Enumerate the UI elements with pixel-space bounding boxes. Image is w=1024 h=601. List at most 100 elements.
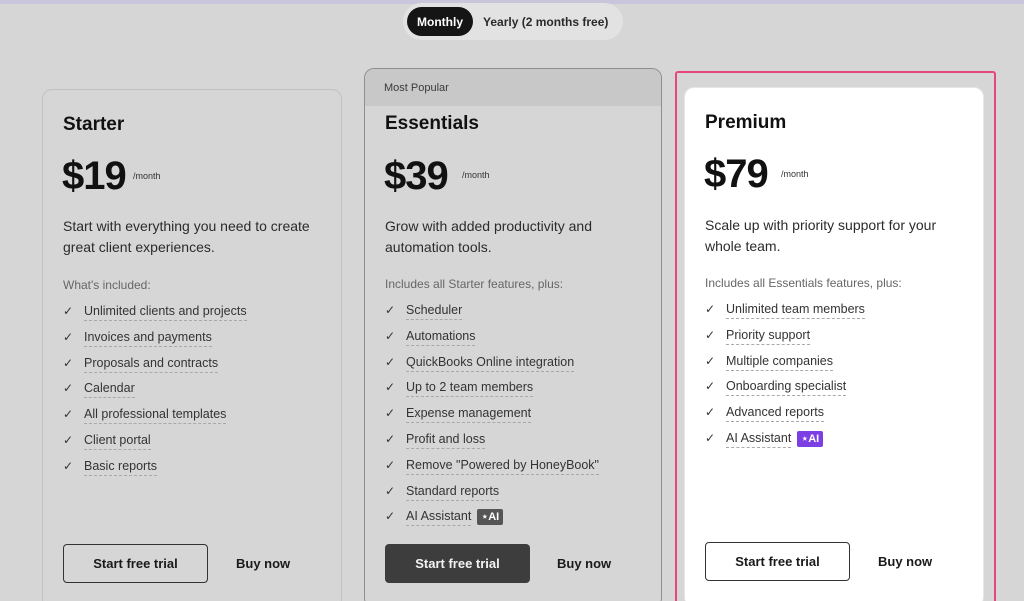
plan-card-starter: Starter $19 /month Start with everything… xyxy=(42,89,342,601)
billing-option-monthly[interactable]: Monthly xyxy=(407,7,473,36)
checkmark-icon: ✓ xyxy=(63,407,74,422)
ai-badge: ⋆AI xyxy=(797,430,824,447)
checkmark-icon: ✓ xyxy=(385,483,396,498)
feature-label[interactable]: Up to 2 team members xyxy=(406,380,534,398)
checkmark-icon: ✓ xyxy=(705,302,716,316)
feature-item: ✓ Onboarding specialist xyxy=(705,379,865,405)
billing-option-yearly[interactable]: Yearly (2 months free) xyxy=(473,7,618,36)
start-free-trial-button[interactable]: Start free trial xyxy=(63,544,208,583)
feature-label[interactable]: Invoices and payments xyxy=(84,330,212,347)
feature-item: ✓ Basic reports xyxy=(63,459,247,485)
feature-item: ✓ Scheduler xyxy=(385,303,599,329)
feature-label[interactable]: Expense management xyxy=(406,406,532,424)
feature-item: ✓ Standard reports xyxy=(385,484,599,510)
feature-item: ✓ All professional templates xyxy=(63,407,247,433)
feature-item: ✓ AI Assistant ⋆AI xyxy=(385,509,599,535)
plan-name: Essentials xyxy=(385,113,479,134)
feature-item: ✓ Proposals and contracts xyxy=(63,356,247,382)
checkmark-icon: ✓ xyxy=(385,328,396,343)
feature-label[interactable]: All professional templates xyxy=(84,407,227,425)
checkmark-icon: ✓ xyxy=(705,430,716,445)
feature-label[interactable]: QuickBooks Online integration xyxy=(406,355,575,372)
feature-label[interactable]: Advanced reports xyxy=(726,405,824,423)
includes-label: What's included: xyxy=(63,278,151,292)
feature-item: ✓ Automations xyxy=(385,329,599,355)
feature-label[interactable]: Unlimited team members xyxy=(726,302,865,319)
feature-label[interactable]: Standard reports xyxy=(406,484,500,501)
feature-item: ✓ AI Assistant ⋆AI xyxy=(705,430,865,457)
checkmark-icon: ✓ xyxy=(63,458,74,473)
feature-label[interactable]: Basic reports xyxy=(84,459,157,476)
checkmark-icon: ✓ xyxy=(63,329,74,344)
checkmark-icon: ✓ xyxy=(63,381,74,396)
checkmark-icon: ✓ xyxy=(63,355,74,370)
plan-name: Starter xyxy=(63,114,125,135)
start-free-trial-button[interactable]: Start free trial xyxy=(385,544,530,583)
feature-label[interactable]: AI Assistant xyxy=(406,509,472,527)
feature-item: ✓ Up to 2 team members xyxy=(385,380,599,406)
feature-item: ✓ Priority support xyxy=(705,328,865,354)
plan-card-essentials: Most Popular Essentials $39 /month Grow … xyxy=(364,68,662,601)
buy-now-link[interactable]: Buy now xyxy=(878,554,932,569)
feature-item: ✓ Profit and loss xyxy=(385,432,599,458)
includes-label: Includes all Essentials features, plus: xyxy=(705,276,902,290)
buy-now-link[interactable]: Buy now xyxy=(557,556,611,571)
plan-period: /month xyxy=(781,169,809,179)
feature-item: ✓ QuickBooks Online integration xyxy=(385,355,599,381)
checkmark-icon: ✓ xyxy=(705,327,716,342)
includes-label: Includes all Starter features, plus: xyxy=(385,277,564,291)
plan-description: Grow with added productivity and automat… xyxy=(385,218,592,255)
feature-label[interactable]: Multiple companies xyxy=(726,354,833,371)
checkmark-icon: ✓ xyxy=(385,457,396,472)
feature-item: ✓ Client portal xyxy=(63,433,247,459)
plan-period: /month xyxy=(133,171,161,181)
ai-badge-label: AI xyxy=(808,432,820,445)
buy-now-link[interactable]: Buy now xyxy=(236,556,290,571)
most-popular-badge: Most Popular xyxy=(365,69,661,106)
billing-toggle[interactable]: Monthly Yearly (2 months free) xyxy=(403,3,623,40)
checkmark-icon: ✓ xyxy=(385,380,396,395)
checkmark-icon: ✓ xyxy=(705,379,716,394)
checkmark-icon: ✓ xyxy=(385,354,396,369)
feature-item: ✓ Calendar xyxy=(63,381,247,407)
plan-price: $19 xyxy=(62,154,127,198)
feature-item: ✓ Remove "Powered by HoneyBook" xyxy=(385,458,599,484)
plan-period: /month xyxy=(462,170,490,180)
feature-label[interactable]: Client portal xyxy=(84,433,151,450)
feature-item: ✓ Invoices and payments xyxy=(63,330,247,356)
feature-label[interactable]: Onboarding specialist xyxy=(726,379,847,397)
feature-item: ✓ Expense management xyxy=(385,406,599,432)
feature-item: ✓ Unlimited clients and projects xyxy=(63,304,247,330)
feature-list: ✓ Unlimited team members ✓ Priority suppor… xyxy=(705,302,865,457)
feature-label[interactable]: Unlimited clients and projects xyxy=(84,304,247,321)
start-free-trial-button[interactable]: Start free trial xyxy=(705,542,850,581)
feature-label[interactable]: Priority support xyxy=(726,328,811,345)
checkmark-icon: ✓ xyxy=(385,431,396,446)
feature-label[interactable]: Calendar xyxy=(84,381,135,399)
feature-label[interactable]: Profit and loss xyxy=(406,432,486,449)
checkmark-icon: ✓ xyxy=(385,303,396,317)
ai-badge: ⋆AI xyxy=(477,509,504,526)
feature-label[interactable]: AI Assistant xyxy=(726,431,792,448)
plan-name: Premium xyxy=(705,112,787,133)
feature-item: ✓ Multiple companies xyxy=(705,354,865,380)
plan-price: $79 xyxy=(704,152,769,196)
feature-label[interactable]: Automations xyxy=(406,329,476,346)
feature-list: ✓ Unlimited clients and projects ✓ Invoice… xyxy=(63,304,247,485)
feature-list: ✓ Scheduler ✓ Automations ✓ QuickBooks Onli… xyxy=(385,303,599,535)
checkmark-icon: ✓ xyxy=(63,304,74,318)
feature-label[interactable]: Remove "Powered by HoneyBook" xyxy=(406,458,599,475)
ai-badge-label: AI xyxy=(488,511,500,524)
checkmark-icon: ✓ xyxy=(705,405,716,420)
plan-description: Start with everything you need to create… xyxy=(63,218,310,255)
checkmark-icon: ✓ xyxy=(385,406,396,421)
checkmark-icon: ✓ xyxy=(385,509,396,524)
plan-description: Scale up with priority support for your … xyxy=(705,217,937,254)
plan-card-premium: Premium $79 /month Scale up with priorit… xyxy=(684,87,984,601)
feature-label[interactable]: Scheduler xyxy=(406,303,463,320)
checkmark-icon: ✓ xyxy=(705,353,716,368)
feature-item: ✓ Unlimited team members xyxy=(705,302,865,328)
feature-label[interactable]: Proposals and contracts xyxy=(84,356,219,373)
checkmark-icon: ✓ xyxy=(63,432,74,447)
plan-price: $39 xyxy=(384,154,449,198)
